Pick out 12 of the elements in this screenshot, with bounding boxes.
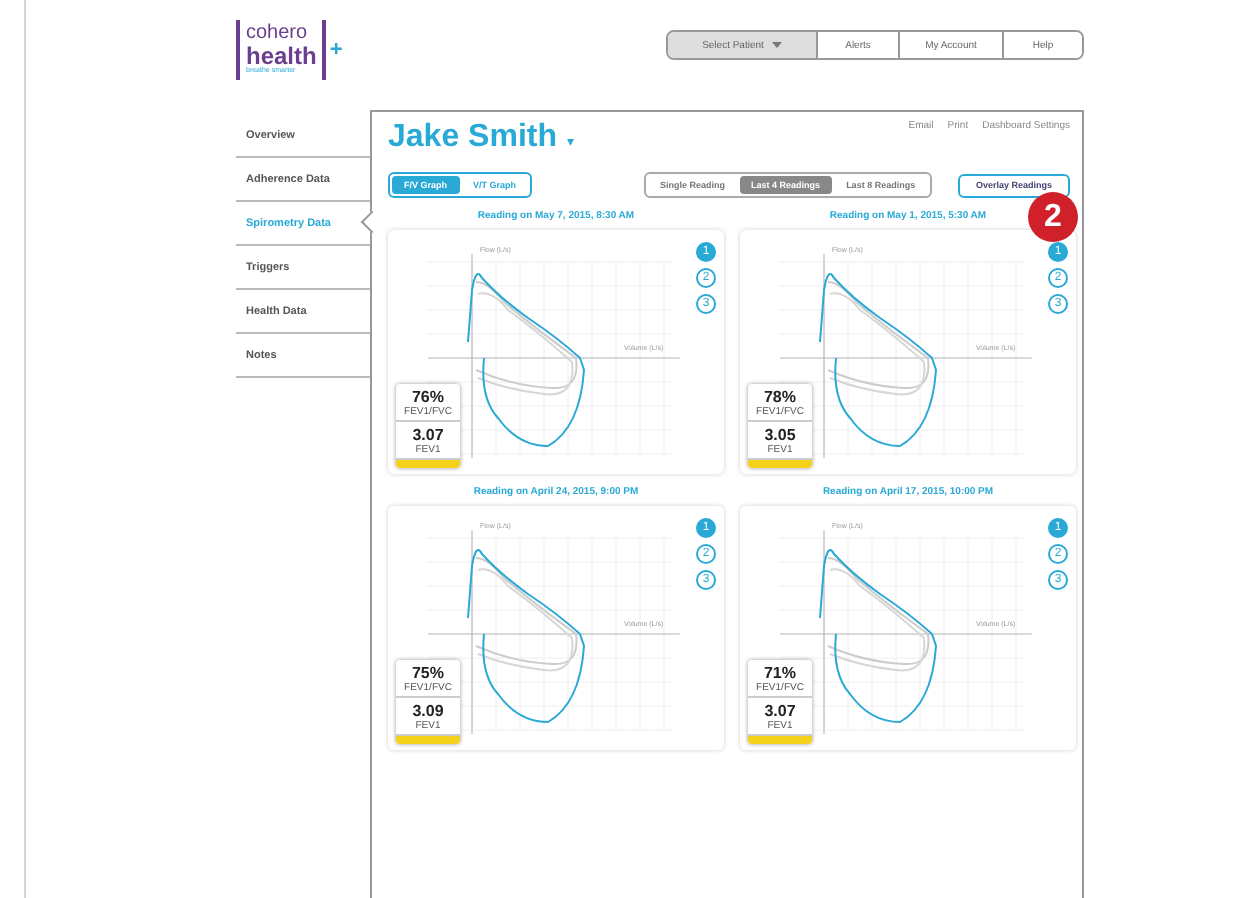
ratio-value: 76% xyxy=(411,388,444,406)
fev-value: 3.09 xyxy=(412,702,444,720)
fev-value: 3.07 xyxy=(412,426,444,444)
ratio-value: 75% xyxy=(411,664,444,682)
patient-name: Jake Smith xyxy=(388,120,557,154)
ratio-value: 71% xyxy=(763,664,796,682)
logo-text: cohero xyxy=(246,24,310,44)
caret-icon xyxy=(771,42,782,48)
fev-value: 3.07 xyxy=(764,702,796,720)
fev-value: 3.05 xyxy=(764,426,796,444)
ratio-value: 78% xyxy=(763,388,796,406)
logo-plus: + xyxy=(329,40,343,62)
